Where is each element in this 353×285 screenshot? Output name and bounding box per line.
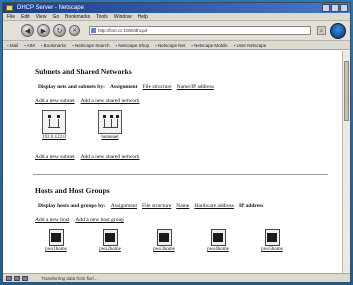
maximize-button[interactable] (331, 4, 339, 12)
url-text: http://fiori.cc:1000/dhcpd (98, 28, 148, 33)
host-list: pws1home pws2home pws3home pws4home pws5… (37, 229, 350, 252)
hosts-display-label: Display hosts and groups by: (38, 203, 106, 209)
navigation-toolbar: ◀ ▶ ↻ ✕ http://fiori.cc:1000/dhcpd ⌕ (3, 21, 350, 41)
bookmark-mobile[interactable]: Netscape Mobile (191, 41, 228, 49)
subnet-list: 192.0.122.0 homenet (37, 110, 350, 150)
menu-view[interactable]: View (36, 13, 47, 20)
subnet-item[interactable]: 192.0.122.0 (37, 110, 71, 150)
subnets-option-assignment: Assignment (109, 84, 138, 90)
hosts-heading: Hosts and Host Groups (35, 186, 110, 195)
page-icon (91, 28, 96, 33)
bookmark-user[interactable]: User Netscape (234, 41, 267, 49)
shared-network-item[interactable]: homenet (93, 110, 127, 150)
network-status-icon (14, 276, 20, 281)
add-shared-network-link[interactable]: Add a new shared network (81, 98, 140, 104)
host-item[interactable]: pws5home (253, 229, 291, 252)
subnets-display-label: Display nets and subnets by: (38, 84, 105, 90)
host-label[interactable]: pws5home (261, 247, 283, 252)
host-label[interactable]: pws4home (207, 247, 229, 252)
forward-button[interactable]: ▶ (37, 24, 50, 37)
menu-help[interactable]: Help (138, 13, 148, 20)
subnets-add-links-bottom: Add a new subnet Add a new shared networ… (35, 154, 350, 160)
hosts-option-ip: IP address (238, 203, 264, 209)
status-bar: Transferring data from fiori... (3, 273, 350, 282)
subnets-heading: Subnets and Shared Networks (35, 67, 132, 76)
stop-button[interactable]: ✕ (69, 25, 80, 36)
add-subnet-link-bottom[interactable]: Add a new subnet (35, 154, 75, 160)
title-bar: DHCP Server - Netscape (3, 3, 350, 13)
host-label[interactable]: pws3home (153, 247, 175, 252)
bookmark-search[interactable]: Netscape Search (72, 41, 110, 49)
menu-bar: File Edit View Go Bookmarks Tools Window… (3, 13, 350, 21)
add-host-link[interactable]: Add a new host (35, 217, 69, 223)
menu-bookmarks[interactable]: Bookmarks (65, 13, 90, 20)
app-icon (6, 5, 13, 11)
bookmark-net[interactable]: Netscape Net (155, 41, 185, 49)
menu-go[interactable]: Go (52, 13, 59, 20)
window-title: DHCP Server - Netscape (17, 5, 84, 11)
host-icon[interactable] (102, 229, 118, 246)
vertical-scrollbar[interactable] (342, 51, 350, 273)
hosts-option-hardware[interactable]: Hardware address (194, 203, 234, 209)
host-item[interactable]: pws2home (91, 229, 129, 252)
hosts-option-file-structure[interactable]: File structure (142, 203, 171, 209)
add-shared-network-link-bottom[interactable]: Add a new shared network (81, 154, 140, 160)
bookmark-mail[interactable]: Mail (7, 41, 18, 49)
status-text: Transferring data from fiori... (41, 276, 98, 281)
menu-tools[interactable]: Tools (96, 13, 108, 20)
hosts-display-options: Display hosts and groups by: Assignment … (38, 203, 350, 209)
scrollbar-thumb[interactable] (344, 61, 349, 121)
add-subnet-link[interactable]: Add a new subnet (35, 98, 75, 104)
hosts-option-name[interactable]: Name (176, 203, 189, 209)
security-status-icon (22, 276, 28, 281)
netscape-logo-icon (330, 23, 346, 39)
shared-network-icon[interactable] (98, 110, 122, 134)
host-icon[interactable] (264, 229, 280, 246)
bookmark-shop[interactable]: Netscape Shop (116, 41, 149, 49)
search-button[interactable]: ⌕ (317, 26, 326, 35)
host-label[interactable]: pws2home (99, 247, 121, 252)
browser-window: DHCP Server - Netscape File Edit View Go… (2, 2, 351, 283)
back-button[interactable]: ◀ (21, 24, 34, 37)
menu-edit[interactable]: Edit (21, 13, 30, 20)
subnets-option-name-ip[interactable]: Name/IP address (177, 84, 214, 90)
status-icons (6, 276, 28, 281)
host-icon[interactable] (48, 229, 64, 246)
subnets-display-options: Display nets and subnets by: Assignment … (38, 84, 350, 90)
menu-window[interactable]: Window (114, 13, 132, 20)
page-content: Subnets and Shared Networks Display nets… (3, 51, 350, 273)
host-label[interactable]: pws1home (45, 247, 67, 252)
menu-file[interactable]: File (7, 13, 15, 20)
host-icon[interactable] (156, 229, 172, 246)
hosts-option-assignment[interactable]: Assignment (111, 203, 137, 209)
window-controls (322, 4, 348, 12)
bookmark-aim[interactable]: AIM (24, 41, 35, 49)
subnets-add-links: Add a new subnet Add a new shared networ… (35, 98, 350, 104)
subnet-icon[interactable] (42, 110, 66, 134)
reload-button[interactable]: ↻ (53, 24, 66, 37)
hosts-add-links: Add a new host Add a new host group (35, 217, 350, 223)
close-button[interactable] (340, 4, 348, 12)
url-field[interactable]: http://fiori.cc:1000/dhcpd (89, 26, 311, 35)
subnet-label[interactable]: 192.0.122.0 (42, 135, 66, 140)
shared-network-label[interactable]: homenet (101, 135, 118, 140)
host-icon[interactable] (210, 229, 226, 246)
bookmarks-toolbar: Mail AIM Bookmarks Netscape Search Netsc… (3, 41, 350, 50)
mail-status-icon[interactable] (6, 276, 12, 281)
bookmark-bookmarks[interactable]: Bookmarks (41, 41, 67, 49)
host-item[interactable]: pws3home (145, 229, 183, 252)
host-item[interactable]: pws1home (37, 229, 75, 252)
subnets-option-file-structure[interactable]: File structure (142, 84, 171, 90)
add-host-group-link[interactable]: Add a new host group (75, 217, 124, 223)
section-divider (33, 174, 328, 175)
host-item[interactable]: pws4home (199, 229, 237, 252)
minimize-button[interactable] (322, 4, 330, 12)
